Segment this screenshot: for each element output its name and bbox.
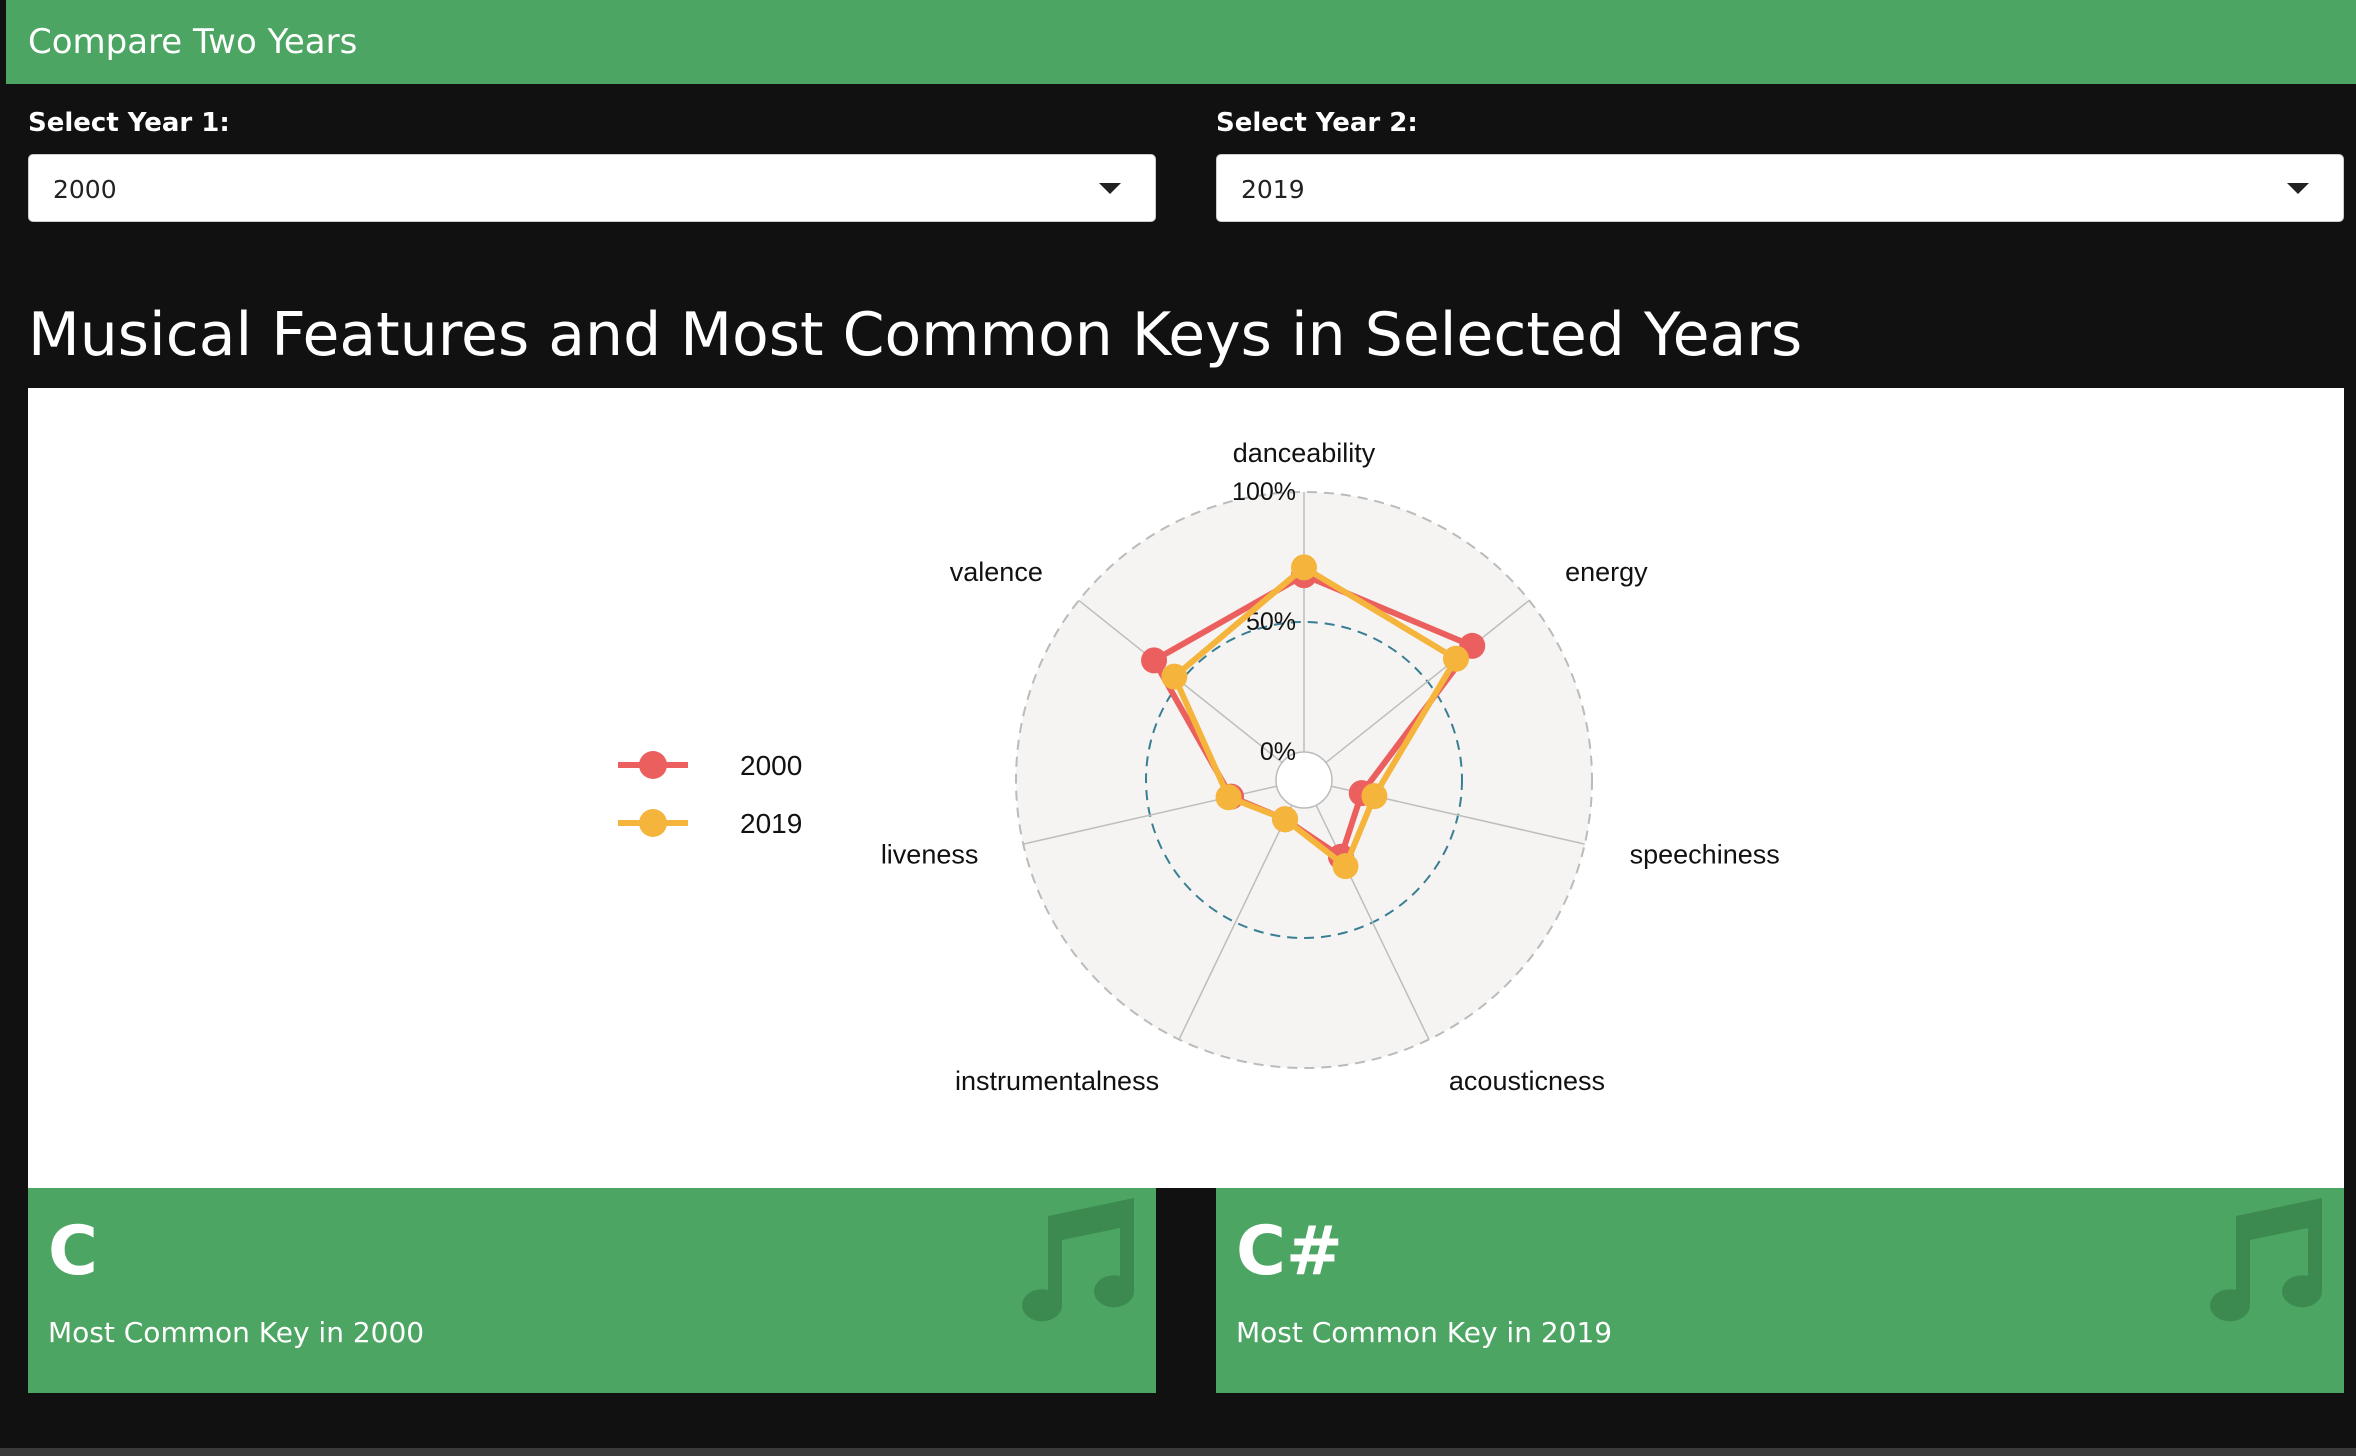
legend-swatch-dot (639, 809, 667, 837)
music-note-icon (2210, 1198, 2322, 1322)
music-note-icon (1022, 1198, 1134, 1322)
radar-chart-panel: danceability energy speechiness acousticnes… (28, 388, 2344, 1188)
legend-label: 2019 (740, 808, 802, 839)
data-point-2019 (1291, 554, 1317, 581)
chevron-down-icon (1099, 183, 1121, 194)
year2-select[interactable]: 2019 (1216, 154, 2344, 222)
data-point-2000 (1141, 647, 1168, 674)
data-point-2019 (1332, 853, 1359, 880)
section-title: Musical Features and Most Common Keys in… (28, 300, 1803, 370)
axis-label-acousticness: acousticness (1449, 1066, 1605, 1096)
key-box-year2: C# Most Common Key in 2019 (1216, 1188, 2344, 1393)
year1-select[interactable]: 2000 (28, 154, 1156, 222)
radial-tick-label: 0% (1260, 738, 1296, 766)
data-point-2019 (1442, 645, 1469, 672)
key-value: C (48, 1212, 98, 1291)
legend-label: 2000 (740, 750, 802, 781)
year2-value: 2019 (1241, 175, 1305, 204)
axis-label-danceability: danceability (1233, 438, 1376, 468)
year1-label: Select Year 1: (28, 108, 230, 138)
axis-label-valence: valence (950, 557, 1043, 587)
axis-label-instrumentalness: instrumentalness (955, 1066, 1159, 1096)
data-point-2019 (1361, 783, 1388, 810)
radar-chart: danceability energy speechiness acousticnes… (618, 438, 1780, 1096)
axis-label-energy: energy (1565, 557, 1648, 587)
axis-label-speechiness: speechiness (1630, 839, 1780, 869)
key-value: C# (1236, 1212, 1343, 1291)
legend-swatch-dot (639, 751, 667, 779)
key-box-year1: C Most Common Key in 2000 (28, 1188, 1156, 1393)
chevron-down-icon (2287, 183, 2309, 194)
axis-label-liveness: liveness (881, 839, 979, 869)
year2-label: Select Year 2: (1216, 108, 1418, 138)
key-caption: Most Common Key in 2019 (1236, 1316, 1613, 1349)
box-header: Compare Two Years (6, 0, 2356, 84)
data-point-2019 (1215, 784, 1242, 811)
bottom-border (0, 1448, 2356, 1456)
radial-tick-label: 100% (1232, 478, 1296, 506)
box-title: Compare Two Years (28, 22, 358, 62)
key-caption: Most Common Key in 2000 (48, 1316, 425, 1349)
data-point-2019 (1161, 663, 1188, 690)
year1-value: 2000 (53, 175, 117, 204)
data-point-2019 (1272, 806, 1299, 833)
